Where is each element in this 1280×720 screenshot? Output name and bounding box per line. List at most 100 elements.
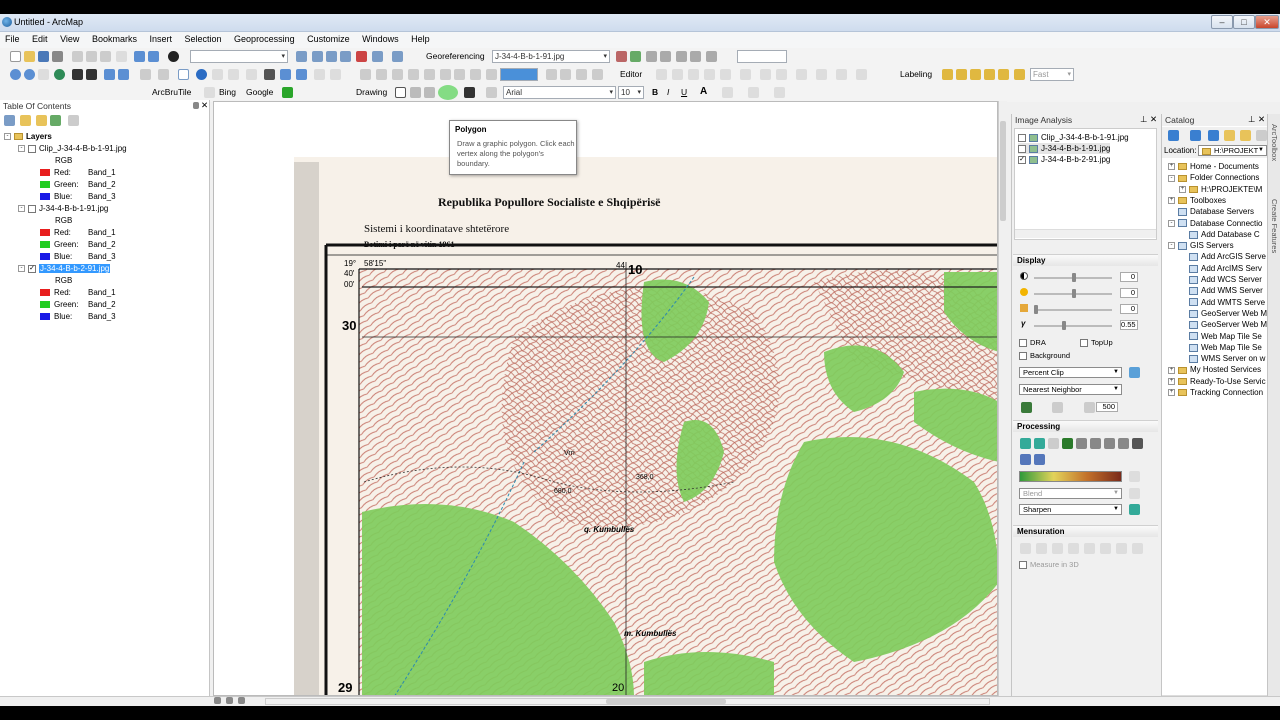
- catalog-forward-icon[interactable]: [1190, 130, 1201, 141]
- fixed-zoom-out-icon[interactable]: [86, 69, 97, 80]
- composite-icon[interactable]: [1048, 438, 1059, 449]
- identify-icon[interactable]: [196, 69, 207, 80]
- brightness-slider[interactable]: [1034, 289, 1112, 298]
- viewer-icon[interactable]: [690, 51, 701, 62]
- expand-icon[interactable]: +: [1168, 163, 1175, 171]
- effects-icon-5[interactable]: [424, 69, 435, 80]
- save-icon[interactable]: [38, 51, 49, 62]
- ia-layer-1-checkbox[interactable]: [1018, 133, 1026, 142]
- effects-icon-1[interactable]: [360, 69, 371, 80]
- fill-color-icon[interactable]: [722, 87, 733, 98]
- measure-3d-option[interactable]: Measure in 3D: [1019, 559, 1079, 570]
- menu-geoprocessing[interactable]: Geoprocessing: [229, 32, 300, 44]
- catalog-item[interactable]: Add Database C: [1179, 229, 1260, 240]
- attributes-icon[interactable]: [796, 69, 807, 80]
- catalog-connect-folder-icon[interactable]: [1240, 130, 1251, 141]
- collapse-icon[interactable]: -: [18, 145, 25, 153]
- menu-bookmarks[interactable]: Bookmarks: [87, 32, 142, 44]
- catalog-item[interactable]: Add ArcGIS Serve: [1179, 251, 1266, 262]
- edit-vertices-icon[interactable]: [486, 87, 497, 98]
- expand-icon[interactable]: +: [1168, 389, 1175, 397]
- create-features-tab[interactable]: Create Features: [1270, 199, 1279, 253]
- measure-icon[interactable]: [246, 69, 257, 80]
- transparency-slider-thumb[interactable]: [1034, 305, 1038, 314]
- lock-labels-icon[interactable]: [984, 69, 995, 80]
- effects-icon-9[interactable]: [486, 69, 497, 80]
- mensuration-centroid-icon[interactable]: [1084, 543, 1095, 554]
- toc-pin-icon[interactable]: [193, 102, 199, 109]
- ia-list-hscrollbar[interactable]: [1015, 229, 1156, 238]
- select-elements-drawing-icon[interactable]: [395, 87, 406, 98]
- find-route-icon[interactable]: [280, 69, 291, 80]
- menu-help[interactable]: Help: [406, 32, 435, 44]
- zoom-in-icon[interactable]: [10, 69, 21, 80]
- rotate-edit-icon[interactable]: [776, 69, 787, 80]
- ia-layer-3-checkbox[interactable]: ✓: [1018, 155, 1026, 164]
- refresh-icon[interactable]: [238, 697, 245, 704]
- layout-icon-1[interactable]: [546, 69, 557, 80]
- filter-dropdown[interactable]: Sharpen ▼: [1019, 504, 1122, 515]
- data-view-icon[interactable]: [226, 697, 233, 704]
- editor-toolbar-icon[interactable]: [296, 51, 307, 62]
- html-popup-icon[interactable]: [228, 69, 239, 80]
- map-hscroll-thumb[interactable]: [606, 699, 726, 704]
- mask-icon[interactable]: [1034, 438, 1045, 449]
- catalog-item[interactable]: Add ArcIMS Serv: [1179, 263, 1262, 274]
- auto-registration-icon[interactable]: [706, 51, 717, 62]
- expand-icon[interactable]: +: [1168, 197, 1175, 205]
- catalog-item[interactable]: Web Map Tile Se: [1179, 342, 1262, 353]
- mensuration-top-icon[interactable]: [1036, 543, 1047, 554]
- rotate-icon[interactable]: [616, 51, 627, 62]
- layout-icon-2[interactable]: [560, 69, 571, 80]
- ia-layer-2[interactable]: J-34-4-B-b-1-91.jpg: [1018, 143, 1111, 154]
- mosaic-icon[interactable]: [1104, 438, 1115, 449]
- menu-windows[interactable]: Windows: [357, 32, 404, 44]
- collapse-icon[interactable]: -: [1168, 219, 1175, 227]
- display-section-header[interactable]: Display: [1013, 254, 1158, 266]
- expand-icon[interactable]: +: [1179, 185, 1186, 193]
- find-icon[interactable]: [264, 69, 275, 80]
- list-by-drawing-order-icon[interactable]: [4, 115, 15, 126]
- catalog-item[interactable]: GeoServer Web M: [1179, 308, 1267, 319]
- expand-icon[interactable]: +: [1168, 366, 1175, 374]
- list-by-visibility-icon[interactable]: [36, 115, 47, 126]
- orthorectify-icon[interactable]: [1020, 454, 1031, 465]
- catalog-up-icon[interactable]: [1208, 130, 1219, 141]
- location-dropdown[interactable]: H:\PROJEKT ▼: [1198, 145, 1267, 156]
- filter-apply-icon[interactable]: [1129, 504, 1140, 515]
- catalog-item[interactable]: - Database Connectio: [1168, 218, 1263, 229]
- model-builder-icon[interactable]: [392, 51, 403, 62]
- effects-icon-4[interactable]: [408, 69, 419, 80]
- contrast-slider[interactable]: [1034, 273, 1112, 282]
- image-analysis-close-icon[interactable]: ✕: [1150, 114, 1157, 125]
- clip-icon[interactable]: [1020, 438, 1031, 449]
- back-extent-icon[interactable]: [104, 69, 115, 80]
- effects-icon-7[interactable]: [454, 69, 465, 80]
- arctoolbox-tab[interactable]: ArcToolbox: [1270, 124, 1279, 161]
- catalog-item[interactable]: Web Map Tile Se: [1179, 331, 1262, 342]
- layer-visibility-checkbox[interactable]: [28, 204, 36, 213]
- arctoolbox-icon[interactable]: [356, 51, 367, 62]
- layer-visibility-checkbox[interactable]: ✓: [28, 264, 36, 273]
- catalog-item[interactable]: + Ready-To-Use Servic: [1168, 376, 1266, 387]
- map-vertical-scrollbar[interactable]: [998, 101, 1007, 696]
- mensuration-height-icon[interactable]: [1020, 543, 1031, 554]
- select-by-graphics-icon[interactable]: [140, 69, 151, 80]
- maximize-button[interactable]: □: [1233, 15, 1255, 29]
- editing-options-icon[interactable]: [856, 69, 867, 80]
- shift-icon[interactable]: [630, 51, 641, 62]
- ia-layer-3[interactable]: ✓ J-34-4-B-b-2-91.jpg: [1018, 154, 1110, 165]
- open-icon[interactable]: [24, 51, 35, 62]
- catalog-item[interactable]: Add WCS Server: [1179, 274, 1262, 285]
- fixed-zoom-in-icon[interactable]: [72, 69, 83, 80]
- font-size-combo[interactable]: 10 ▾: [618, 86, 644, 99]
- toc-close-icon[interactable]: ✕: [201, 100, 208, 111]
- expand-icon[interactable]: +: [1168, 378, 1175, 386]
- georeferencing-menu[interactable]: Georeferencing: [426, 51, 485, 61]
- blend-dropdown[interactable]: Blend ▼: [1019, 488, 1122, 499]
- layout-icon-4[interactable]: [592, 69, 603, 80]
- map-display[interactable]: Republika Popullore Socialiste e Shqipër…: [213, 101, 998, 696]
- straight-segment-icon[interactable]: [688, 69, 699, 80]
- edit-annotation-icon[interactable]: [672, 69, 683, 80]
- transparency-value[interactable]: 0: [1120, 304, 1138, 314]
